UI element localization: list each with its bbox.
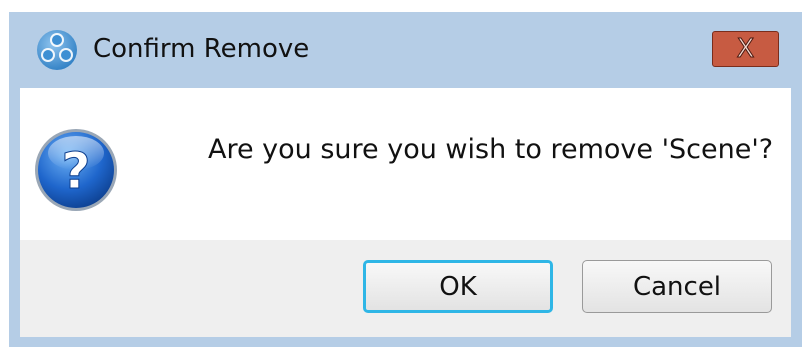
obs-logo-icon <box>36 29 78 71</box>
message-area: ? Are you sure you wish to remove 'Scene… <box>20 88 791 240</box>
svg-text:?: ? <box>61 142 90 200</box>
confirm-message: Are you sure you wish to remove 'Scene'? <box>208 134 774 165</box>
close-icon: X <box>736 34 755 64</box>
question-icon: ? <box>33 127 119 213</box>
dialog-title: Confirm Remove <box>93 34 310 64</box>
close-button[interactable]: X <box>712 31 779 67</box>
button-bar: OK Cancel <box>20 240 791 337</box>
ok-button[interactable]: OK <box>363 260 553 313</box>
title-bar[interactable]: Confirm Remove X <box>9 12 802 88</box>
dialog-window: Confirm Remove X ? Are you sure you wish… <box>9 12 802 347</box>
cancel-button[interactable]: Cancel <box>582 260 772 313</box>
